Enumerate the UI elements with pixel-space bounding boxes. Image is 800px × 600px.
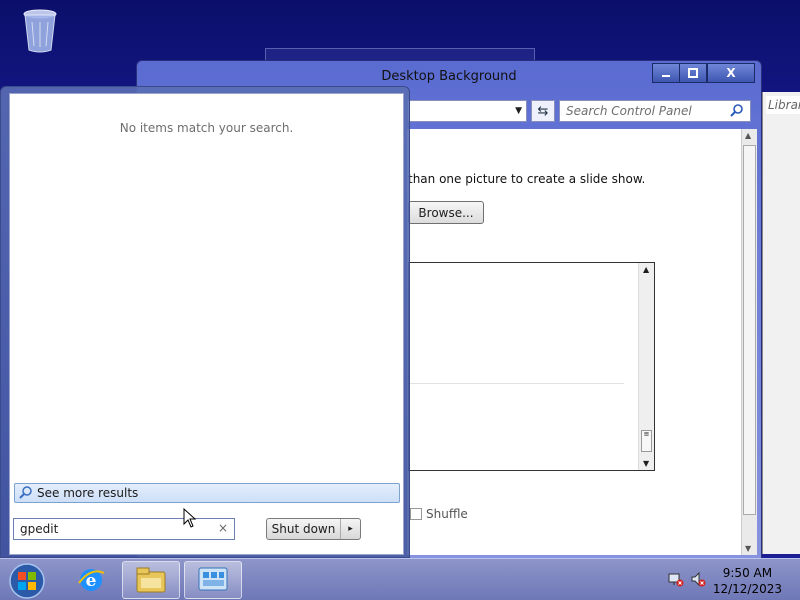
- search-control-panel-input[interactable]: Search Control Panel: [559, 100, 751, 122]
- list-separator: [409, 383, 624, 384]
- search-icon: [19, 486, 32, 499]
- picture-list[interactable]: ▲ ≡ ▼: [408, 262, 655, 471]
- see-more-results-label: See more results: [37, 486, 139, 500]
- shuffle-checkbox[interactable]: [410, 508, 422, 520]
- scroll-thumb[interactable]: ≡: [641, 430, 652, 452]
- control-panel-icon: [198, 567, 228, 591]
- refresh-icon: ⇆: [537, 103, 549, 119]
- clear-search-icon[interactable]: ×: [218, 521, 228, 535]
- library-window: Librar: [762, 92, 800, 554]
- shuffle-option[interactable]: Shuffle: [410, 507, 468, 521]
- recycle-bin-icon[interactable]: [20, 6, 60, 54]
- browse-button[interactable]: Browse...: [408, 201, 484, 224]
- search-placeholder: Search Control Panel: [566, 104, 692, 118]
- start-button-icon[interactable]: [8, 562, 46, 600]
- address-dropdown[interactable]: ▼: [407, 100, 527, 122]
- shutdown-options-arrow-icon[interactable]: ▸: [340, 519, 360, 539]
- search-icon[interactable]: [730, 104, 744, 118]
- taskbar-control-panel[interactable]: [184, 561, 242, 599]
- scroll-down-icon[interactable]: ▼: [745, 544, 751, 553]
- see-more-results-button[interactable]: See more results: [14, 483, 400, 503]
- clock-date: 12/12/2023: [712, 582, 782, 596]
- network-disconnected-icon[interactable]: [668, 571, 684, 587]
- scroll-up-icon[interactable]: ▲: [745, 131, 751, 140]
- instruction-text: than one picture to create a slide show.: [408, 172, 646, 186]
- taskbar-file-explorer[interactable]: [122, 561, 180, 599]
- scroll-down-icon[interactable]: ▼: [643, 459, 649, 468]
- chevron-down-icon: ▼: [515, 106, 522, 116]
- close-button[interactable]: X: [707, 63, 755, 83]
- search-value: gpedit: [20, 522, 59, 536]
- shut-down-label: Shut down: [271, 522, 336, 536]
- scroll-up-icon[interactable]: ▲: [643, 265, 649, 274]
- picture-list-scrollbar[interactable]: ▲ ≡ ▼: [638, 263, 654, 470]
- taskbar-internet-explorer[interactable]: e: [62, 561, 120, 599]
- start-search-input[interactable]: gpedit ×: [13, 518, 235, 540]
- library-search-input[interactable]: Librar: [766, 96, 800, 114]
- taskbar: e 9:50 AM 12/12/2023: [0, 558, 800, 600]
- scroll-thumb[interactable]: [743, 145, 756, 515]
- system-clock[interactable]: 9:50 AM 12/12/2023: [713, 565, 782, 597]
- minimize-button[interactable]: [652, 63, 680, 83]
- mouse-cursor-icon: [183, 508, 197, 528]
- file-explorer-icon: [136, 567, 166, 593]
- window-controls: X: [652, 63, 755, 83]
- start-menu-results-pane: No items match your search. See more res…: [9, 93, 404, 555]
- minimize-icon: [662, 75, 670, 77]
- navigation-bar: ▼ ⇆ Search Control Panel: [407, 99, 751, 123]
- volume-muted-icon[interactable]: [690, 571, 706, 587]
- no-results-message: No items match your search.: [119, 121, 294, 135]
- internet-explorer-icon: e: [78, 569, 105, 591]
- shuffle-label: Shuffle: [426, 507, 468, 521]
- start-menu: No items match your search. See more res…: [0, 86, 410, 558]
- maximize-button[interactable]: [679, 63, 707, 83]
- refresh-button[interactable]: ⇆: [531, 100, 555, 122]
- clock-time: 9:50 AM: [722, 566, 773, 580]
- content-scrollbar[interactable]: ▲ ▼: [741, 129, 757, 555]
- maximize-icon: [688, 68, 698, 78]
- shut-down-button[interactable]: Shut down ▸: [266, 518, 361, 540]
